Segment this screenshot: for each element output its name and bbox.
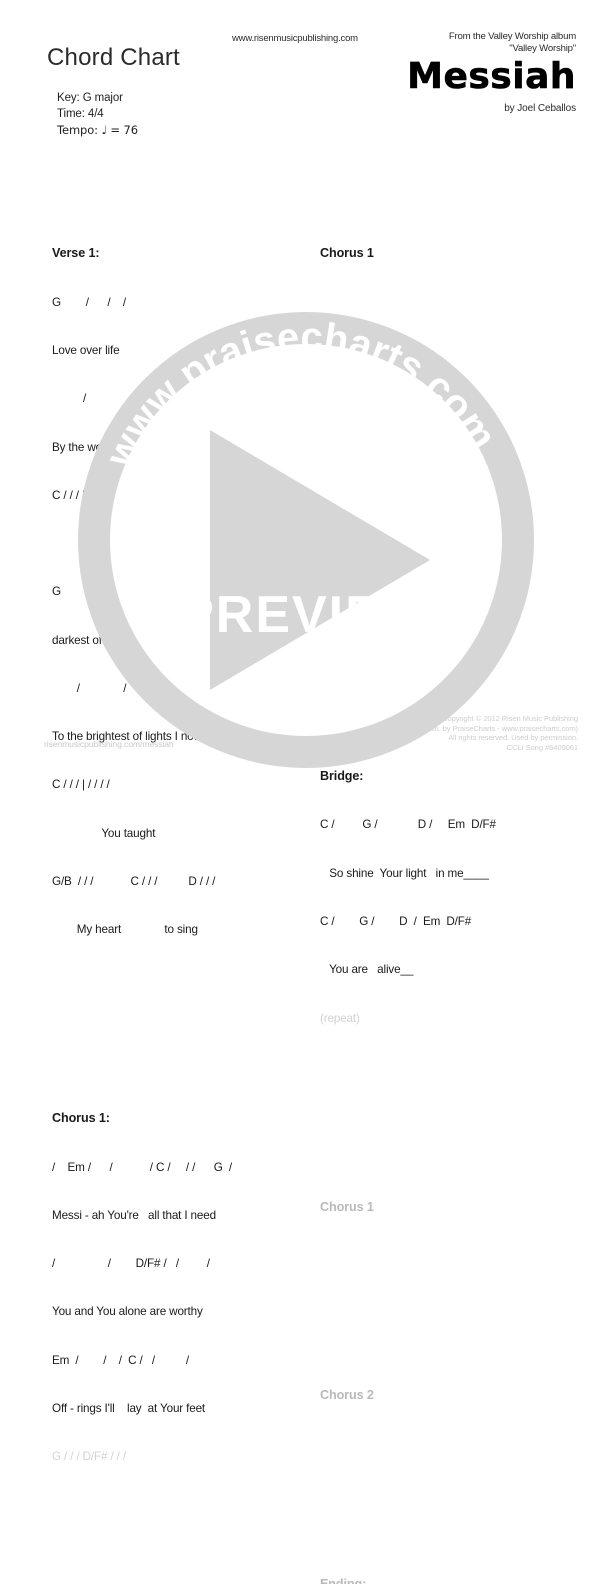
section-chorus-1-reference-2: Chorus 1 — [320, 1165, 588, 1247]
lyric-line: You and You alone are worthy — [52, 1305, 203, 1319]
chord-line: C / / / | / / / / — [52, 488, 110, 502]
meta-tempo: Tempo: ♩ = 76 — [57, 123, 138, 137]
lyric-line: Messi - ah You're all that I need — [52, 1208, 216, 1222]
chord-line: / / G/B / — [52, 681, 168, 695]
lyric-line: You taught — [52, 826, 156, 840]
section-heading-ending: Ending: — [320, 1575, 588, 1584]
chord-line: / Em / / / C / / / G / — [52, 1160, 233, 1174]
album-credit: From the Valley Worship album "Valley Wo… — [449, 31, 576, 54]
chord-line: G/B / / / C / / / D / / / — [52, 875, 216, 889]
section-heading-verse-1: Verse 1: — [52, 246, 100, 261]
section-heading-chorus-1: Chorus 1: — [52, 1111, 110, 1126]
section-chorus-1-reference: Chorus 1 — [320, 212, 588, 294]
album-credit-line2: "Valley Worship" — [509, 42, 576, 54]
section-chorus-2: Chorus 2: Messiah You're all that I need… — [320, 401, 588, 628]
page-title: Chord Chart — [47, 44, 180, 71]
copyright-line-3: All rights reserved. Used by permission. — [448, 733, 578, 743]
copyright-block: Copyright © 2012 Risen Music Publishing … — [415, 714, 578, 752]
lyric-line: From the — [52, 537, 160, 551]
chord-line: Em / / / C / / / — [52, 1353, 190, 1367]
flourish-icon-bottom: ❦ ❧ — [272, 750, 364, 764]
chord-line: C / G / D / Em D/F# — [320, 914, 472, 928]
footer-url: risenmusicpublishing.com/messiah — [44, 739, 174, 749]
lyric-line: Love over life — [52, 343, 120, 357]
meta-time: Time: 4/4 — [57, 108, 104, 120]
album-credit-line1: From the Valley Worship album — [448, 31, 576, 42]
lyric-line: By the wounds on Your hands I am saved — [52, 440, 262, 454]
lyric-line: Off - rings I'll lay at Your feet — [52, 1401, 206, 1415]
section-chorus-1: Chorus 1: / Em / / / C / / / G / Messi -… — [52, 1077, 320, 1497]
lyric-line: My heart to sing — [52, 923, 198, 937]
meta-key: Key: G major — [57, 92, 123, 104]
chord-line: G / / / — [52, 585, 133, 599]
repeat-marker: (repeat) — [320, 1011, 360, 1025]
chord-line: G / / / D/F# / / / — [52, 1450, 126, 1464]
song-title-text: Messiah — [407, 56, 576, 98]
right-column: Chorus 1 Chorus 2: Messiah You're all th… — [320, 164, 588, 1584]
copyright-line-2: (Admin. by PraiseCharts - www.praisechar… — [415, 723, 578, 733]
song-title: Messiah — [407, 56, 576, 98]
section-bridge: Bridge: C / G / D / Em D/F# So shine You… — [320, 735, 588, 1059]
footer-logo-main: RISEN MUSIC — [269, 730, 367, 745]
lyric-line: You are alive__ — [320, 963, 414, 977]
section-heading-bridge: Bridge: — [320, 769, 364, 784]
lyric-line: Off'rings I lay at Your feet — [320, 581, 446, 595]
left-column: Verse 1: G / / / Love over life / / G/B … — [52, 164, 320, 1584]
section-chorus-2-reference: Chorus 2 — [320, 1354, 588, 1436]
lyric-line: Messiah You're all that I need — [320, 484, 468, 498]
chord-line: / / G/B / — [52, 392, 193, 406]
section-heading-chorus-1-ref-2: Chorus 1 — [320, 1199, 374, 1214]
footer-logo: ❦ ❧ RISEN MUSIC PUBLISHING ❦ ❧ — [243, 716, 393, 764]
publisher-url: www.risenmusicpublishing.com — [232, 33, 358, 44]
lyric-line: Look into my heart and know me — [320, 532, 485, 546]
copyright-line-4: CCLI Song #6409061 — [506, 742, 578, 752]
song-byline: by Joel Ceballos — [504, 103, 576, 114]
section-verse-1: Verse 1: G / / / Love over life / / G/B … — [52, 212, 320, 970]
chord-line: C / / / | / / / / — [52, 778, 110, 792]
lyric-line: darkest of night — [52, 633, 130, 647]
section-heading-chorus-2: Chorus 2: — [320, 435, 378, 450]
section-ending: Ending: C / G / D / Em D/F# So shine You… — [320, 1543, 588, 1584]
section-heading-chorus-1-ref: Chorus 1 — [320, 246, 374, 261]
chord-line: C / G / D / Em D/F# — [320, 818, 496, 832]
chord-line: G / / / — [52, 295, 126, 309]
section-heading-chorus-2-ref: Chorus 2 — [320, 1388, 374, 1403]
flourish-icon: ❦ ❧ — [272, 716, 364, 730]
copyright-line-1: Copyright © 2012 Risen Music Publishing — [442, 714, 578, 723]
song-metadata: Key: G major Time: 4/4 Tempo: ♩ = 76 — [57, 90, 138, 138]
chord-chart-page: www.risenmusicpublishing.com From the Va… — [0, 0, 612, 1584]
lyric-line: So shine Your light in me____ — [320, 866, 489, 880]
chord-line: / / D/F# / / / — [52, 1257, 210, 1271]
